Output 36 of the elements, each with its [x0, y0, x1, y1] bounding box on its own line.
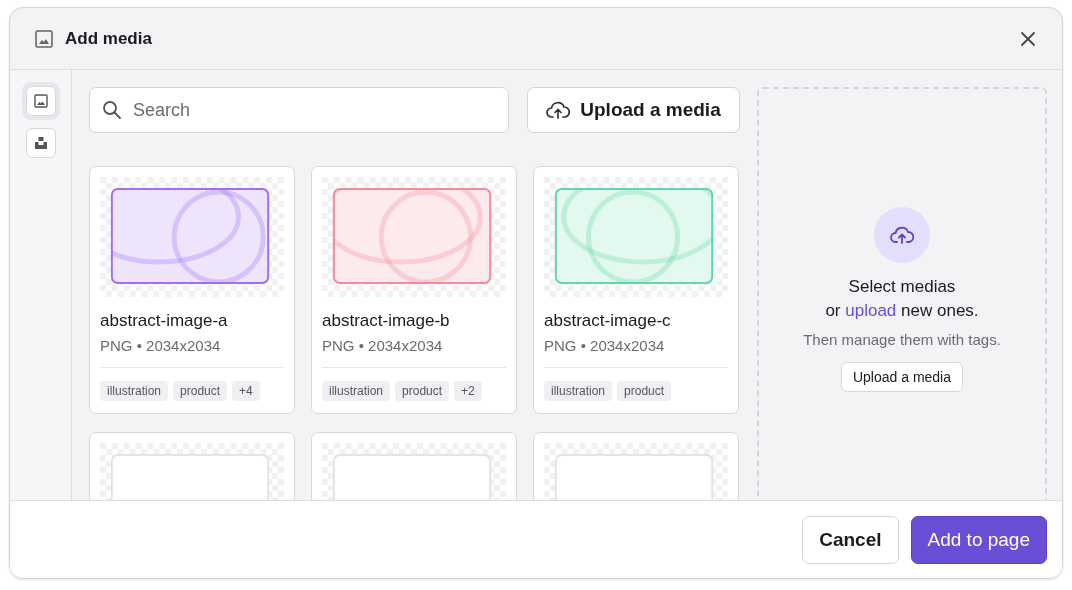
tag: +4 — [232, 381, 260, 401]
tag: product — [395, 381, 450, 401]
tag: illustration — [100, 381, 169, 401]
media-name: abstract-image-a — [100, 311, 229, 331]
tag: product — [617, 381, 672, 401]
media-details: PNG • 2034x2034 — [100, 337, 284, 368]
tag: product — [173, 381, 228, 401]
close-icon — [1020, 30, 1036, 47]
image-icon — [33, 94, 48, 108]
upload-link[interactable]: upload — [845, 301, 897, 320]
media-name: abstract-image-c — [544, 311, 672, 331]
media-card[interactable]: abstract-image-a PNG • 2034x2034 illustration product +4 — [89, 166, 295, 414]
media-card[interactable]: abstract-image-c PNG • 2034x2034 illustration product — [533, 166, 739, 414]
drop-hint: Then manage them with tags. — [803, 331, 1001, 348]
search-icon — [102, 100, 122, 120]
drop-heading: Select medias — [848, 277, 956, 297]
media-name: abstract-image-b — [322, 311, 451, 331]
image-icon — [35, 29, 53, 48]
upload-button[interactable]: Upload a media — [840, 362, 963, 392]
drop-text: new ones. — [901, 301, 979, 320]
upload-button[interactable]: Upload a media — [527, 87, 740, 133]
media-details: PNG • 2034x2034 — [544, 337, 728, 368]
cloud-upload-icon — [890, 226, 914, 244]
stock-icon — [33, 136, 48, 150]
rail-tab[interactable] — [25, 128, 56, 158]
media-card[interactable]: abstract-image-b PNG • 2034x2034 illustration product +2 — [311, 166, 517, 414]
add-to-page-button[interactable]: Add to page — [910, 515, 1047, 564]
tag: illustration — [544, 381, 613, 401]
dialog-title: Add media — [65, 28, 153, 49]
drop-text: or — [825, 301, 841, 320]
media-details: PNG • 2034x2034 — [322, 337, 506, 368]
tag: +2 — [454, 381, 482, 401]
cancel-button[interactable]: Cancel — [802, 515, 899, 564]
search-field[interactable]: Search — [89, 87, 509, 133]
tag: illustration — [322, 381, 391, 401]
cloud-upload-icon — [546, 101, 571, 119]
